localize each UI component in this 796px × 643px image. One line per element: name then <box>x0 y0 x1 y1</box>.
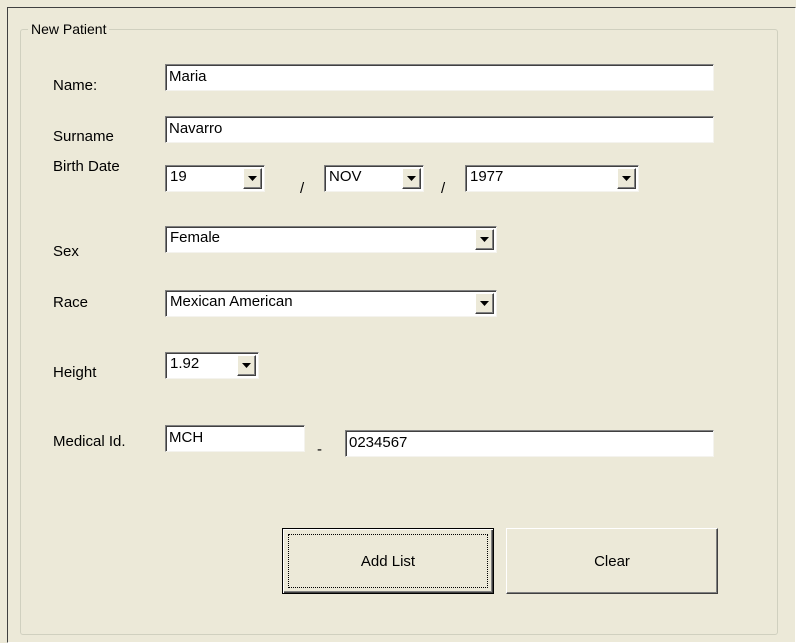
clear-label: Clear <box>594 552 630 570</box>
birth-date-label: Birth Date <box>53 158 120 175</box>
sex-label: Sex <box>53 243 79 260</box>
clear-button[interactable]: Clear <box>506 528 718 594</box>
birth-day-value: 19 <box>170 168 187 185</box>
date-separator: / <box>300 180 305 197</box>
race-value: Mexican American <box>170 293 293 310</box>
birth-year-value: 1977 <box>470 168 504 185</box>
birth-month-value: NOV <box>329 168 362 185</box>
chevron-down-icon[interactable] <box>402 168 421 189</box>
group-title: New Patient <box>28 20 110 38</box>
medical-id-number-input[interactable]: 0234567 <box>345 430 714 457</box>
race-label: Race <box>53 294 89 311</box>
birth-year-select[interactable]: 1977 <box>465 165 639 192</box>
chevron-down-icon[interactable] <box>475 229 494 250</box>
sex-select[interactable]: Female <box>165 226 497 253</box>
chevron-down-icon[interactable] <box>617 168 636 189</box>
date-separator: / <box>441 180 446 197</box>
focus-rectangle <box>288 534 488 588</box>
medical-id-label: Medical Id. <box>53 433 126 450</box>
surname-label: Surname <box>53 128 114 145</box>
height-label: Height <box>53 364 97 381</box>
height-value: 1.92 <box>170 355 200 372</box>
chevron-down-icon[interactable] <box>475 293 494 314</box>
name-label: Name: <box>53 77 98 94</box>
surname-input[interactable]: Navarro <box>165 116 714 143</box>
name-input[interactable]: Maria <box>165 64 714 91</box>
sex-value: Female <box>170 229 221 246</box>
chevron-down-icon[interactable] <box>243 168 262 189</box>
chevron-down-icon[interactable] <box>237 355 256 376</box>
birth-day-select[interactable]: 19 <box>165 165 265 192</box>
medical-id-prefix-input[interactable]: MCH <box>165 425 305 452</box>
add-list-button[interactable]: Add List <box>282 528 494 594</box>
birth-month-select[interactable]: NOV <box>324 165 424 192</box>
race-select[interactable]: Mexican American <box>165 290 497 317</box>
medical-id-separator: - <box>317 441 322 458</box>
height-select[interactable]: 1.92 <box>165 352 259 379</box>
